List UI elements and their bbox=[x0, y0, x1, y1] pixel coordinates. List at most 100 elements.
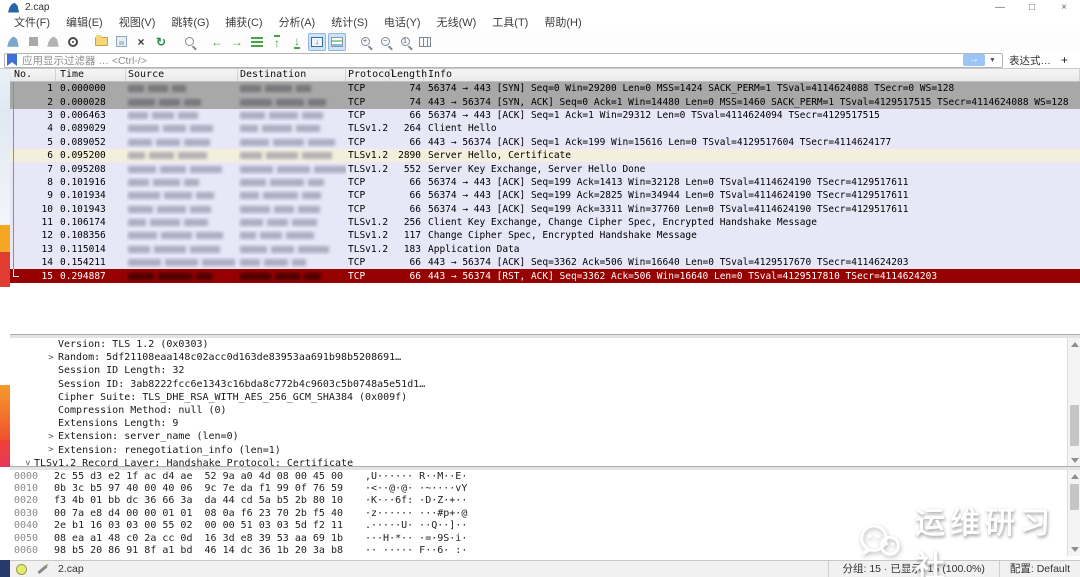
column-header-time[interactable]: Time bbox=[56, 69, 126, 81]
hex-row[interactable]: 0040 2e b1 16 03 03 00 55 02 00 00 51 03 … bbox=[10, 520, 1080, 532]
scroll-thumb[interactable] bbox=[1070, 405, 1079, 447]
go-to-packet-icon[interactable] bbox=[248, 33, 266, 51]
hex-row[interactable]: 0030 00 7a e8 d4 00 00 01 01 08 0a f6 23 … bbox=[10, 507, 1080, 519]
column-header-destination[interactable]: Destination bbox=[238, 69, 346, 81]
expander-icon[interactable]: > bbox=[44, 445, 58, 455]
packet-row[interactable]: 11 0.106174 TLSv1.2 256 Client Key Exchange,… bbox=[10, 215, 1080, 230]
related-packet-gutter bbox=[10, 95, 20, 110]
add-filter-button[interactable]: + bbox=[1057, 53, 1076, 67]
menu-item[interactable]: 分析(A) bbox=[271, 15, 324, 31]
menu-item[interactable]: 跳转(G) bbox=[163, 15, 217, 31]
scroll-up-icon[interactable] bbox=[1071, 474, 1079, 479]
menu-item[interactable]: 无线(W) bbox=[429, 15, 485, 31]
filter-bookmark-icon[interactable] bbox=[7, 54, 17, 66]
scroll-thumb[interactable] bbox=[1070, 483, 1079, 510]
detail-line[interactable]: Session ID Length: 32 bbox=[10, 364, 1080, 377]
hex-row[interactable]: 0000 2c 55 d3 e2 1f ac d4 ae 52 9a a0 4d … bbox=[10, 470, 1080, 482]
go-to-top-icon[interactable]: ↑ bbox=[268, 33, 286, 51]
maximize-button[interactable]: □ bbox=[1016, 0, 1048, 15]
detail-line[interactable]: Compression Method: null (0) bbox=[10, 404, 1080, 417]
column-header-info[interactable]: Info bbox=[424, 69, 1080, 81]
details-scrollbar[interactable] bbox=[1067, 338, 1080, 467]
detail-line[interactable]: Version: TLS 1.2 (0x0303) bbox=[10, 338, 1080, 351]
status-profile[interactable]: 配置: Default bbox=[998, 560, 1080, 577]
packet-row[interactable]: 4 0.089029 TLSv1.2 264 Client Hello bbox=[10, 122, 1080, 136]
apply-filter-button[interactable]: → bbox=[963, 54, 986, 66]
packet-row[interactable]: 13 0.115014 TLSv1.2 183 Application Data bbox=[10, 242, 1080, 257]
related-packet-gutter bbox=[10, 242, 20, 257]
detail-line[interactable]: Extensions Length: 9 bbox=[10, 417, 1080, 430]
scroll-down-icon[interactable] bbox=[1071, 547, 1079, 552]
expert-info-icon[interactable] bbox=[16, 563, 27, 575]
hex-row[interactable]: 0050 08 ea a1 48 c0 2a cc 0d 16 3d e8 39 … bbox=[10, 532, 1080, 544]
packet-row[interactable]: 9 0.101934 TCP 66 56374 → 443 [ACK] Seq=199 … bbox=[10, 189, 1080, 203]
expander-icon[interactable]: > bbox=[44, 432, 58, 442]
menu-item[interactable]: 文件(F) bbox=[6, 15, 58, 31]
menu-item[interactable]: 捕获(C) bbox=[217, 15, 270, 31]
go-forward-icon[interactable]: → bbox=[228, 33, 246, 51]
detail-line[interactable]: Cipher Suite: TLS_DHE_RSA_WITH_AES_256_G… bbox=[10, 391, 1080, 404]
open-file-icon[interactable] bbox=[92, 33, 110, 51]
auto-scroll-icon[interactable]: ↓ bbox=[308, 32, 326, 51]
colorize-icon[interactable] bbox=[328, 32, 346, 51]
column-header-no[interactable]: No. bbox=[10, 69, 56, 81]
display-filter-input[interactable]: 应用显示过滤器 … <Ctrl-/> → ▼ bbox=[4, 52, 1003, 68]
detail-text: Session ID Length: 32 bbox=[58, 365, 185, 377]
menu-item[interactable]: 帮助(H) bbox=[536, 15, 589, 31]
stop-capture-icon[interactable] bbox=[24, 33, 42, 51]
menu-item[interactable]: 编辑(E) bbox=[58, 15, 111, 31]
close-button[interactable]: × bbox=[1048, 0, 1080, 15]
go-to-bottom-icon[interactable]: ↓ bbox=[288, 33, 306, 51]
start-capture-icon[interactable] bbox=[4, 33, 22, 51]
resize-columns-icon[interactable] bbox=[416, 33, 434, 51]
find-packet-icon[interactable] bbox=[180, 33, 198, 51]
scroll-up-icon[interactable] bbox=[1071, 342, 1079, 347]
expander-icon[interactable]: > bbox=[44, 353, 58, 363]
detail-line[interactable]: > TLSv1.2 Record Layer: Handshake Protoco… bbox=[10, 457, 1080, 467]
hex-row[interactable]: 0010 0b 3c b5 97 40 00 40 06 9c 7e da f1 … bbox=[10, 482, 1080, 494]
go-back-icon[interactable]: ← bbox=[208, 33, 226, 51]
column-header-length[interactable]: Length bbox=[390, 69, 427, 81]
expander-icon[interactable]: > bbox=[22, 456, 32, 467]
save-file-icon[interactable] bbox=[112, 33, 130, 51]
capture-comment-icon[interactable] bbox=[37, 564, 48, 574]
expression-button[interactable]: 表达式… bbox=[1003, 53, 1057, 68]
packet-row[interactable]: 8 0.101916 TCP 66 56374 → 443 [ACK] Seq=199 … bbox=[10, 175, 1080, 190]
filter-dropdown-caret-icon[interactable]: ▼ bbox=[985, 57, 1000, 64]
zoom-in-icon[interactable]: + bbox=[356, 33, 374, 51]
column-header-source[interactable]: Source bbox=[126, 69, 238, 81]
detail-line[interactable]: Session ID: 3ab8222fcc6e1343c16bda8c772b… bbox=[10, 378, 1080, 391]
minimize-button[interactable]: — bbox=[984, 0, 1016, 15]
menu-item[interactable]: 电话(Y) bbox=[376, 15, 429, 31]
cell-length: 66 bbox=[409, 176, 421, 188]
detail-line[interactable]: > Extension: server_name (len=0) bbox=[10, 430, 1080, 443]
detail-line[interactable]: > Random: 5df21108eaa148c02acc0d163de8395… bbox=[10, 351, 1080, 364]
packet-row[interactable]: 15 0.294887 TCP 66 443 → 56374 [RST, ACK] Se… bbox=[10, 269, 1080, 283]
zoom-out-icon[interactable]: − bbox=[376, 33, 394, 51]
packet-row[interactable]: 14 0.154211 TCP 66 443 → 56374 [ACK] Seq=336… bbox=[10, 256, 1080, 270]
close-file-icon[interactable]: × bbox=[132, 33, 150, 51]
packet-row[interactable]: 3 0.006463 TCP 66 56374 → 443 [ACK] Seq=1 Ac… bbox=[10, 108, 1080, 123]
packet-row[interactable]: 6 0.095200 TLSv1.2 2890 Server Hello, Certif… bbox=[10, 148, 1080, 163]
packet-row[interactable]: 5 0.089052 TCP 66 443 → 56374 [ACK] Seq=1 Ac… bbox=[10, 135, 1080, 150]
hex-row[interactable]: 0060 98 b5 20 86 91 8f a1 bd 46 14 dc 36 … bbox=[10, 544, 1080, 556]
menu-item[interactable]: 工具(T) bbox=[484, 15, 536, 31]
reload-file-icon[interactable]: ↻ bbox=[152, 33, 170, 51]
menu-item[interactable]: 统计(S) bbox=[323, 15, 376, 31]
cell-no: 1 bbox=[47, 83, 53, 95]
menu-item[interactable]: 视图(V) bbox=[111, 15, 164, 31]
scroll-down-icon[interactable] bbox=[1071, 458, 1079, 463]
redacted-destination bbox=[238, 164, 346, 175]
column-header-protocol[interactable]: Protocol bbox=[346, 69, 396, 81]
restart-capture-icon[interactable] bbox=[44, 33, 62, 51]
packet-row[interactable]: 7 0.095208 TLSv1.2 552 Server Key Exchange, … bbox=[10, 162, 1080, 177]
packet-row[interactable]: 10 0.101943 TCP 66 56374 → 443 [ACK] Seq=199… bbox=[10, 202, 1080, 217]
hex-scrollbar[interactable] bbox=[1067, 470, 1080, 556]
zoom-reset-icon[interactable]: 1 bbox=[396, 33, 414, 51]
detail-line[interactable]: > Extension: renegotiation_info (len=1) bbox=[10, 444, 1080, 457]
capture-options-icon[interactable] bbox=[64, 33, 82, 51]
packet-row[interactable]: 1 0.000000 TCP 74 56374 → 443 [SYN] Seq=0 Wi… bbox=[10, 82, 1080, 96]
hex-row[interactable]: 0020 f3 4b 01 bb dc 36 66 3a da 44 cd 5a … bbox=[10, 495, 1080, 507]
packet-row[interactable]: 2 0.000028 TCP 74 443 → 56374 [SYN, ACK] Seq… bbox=[10, 95, 1080, 110]
packet-row[interactable]: 12 0.108356 TLSv1.2 117 Change Cipher Spec, … bbox=[10, 229, 1080, 244]
